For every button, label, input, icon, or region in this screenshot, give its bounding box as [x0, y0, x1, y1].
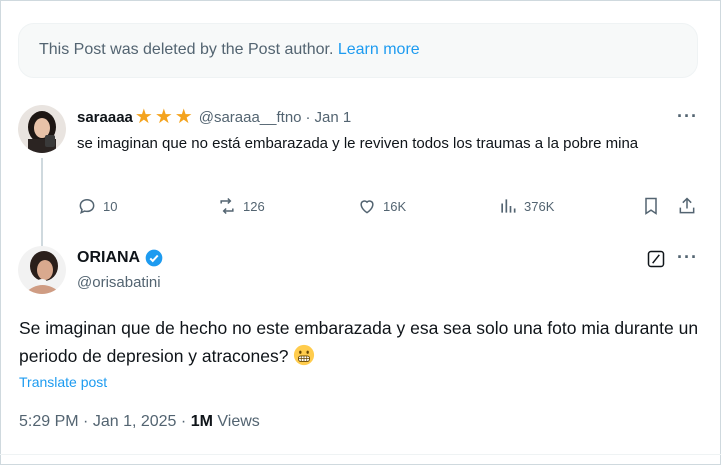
reply-date[interactable]: Jan 1 [315, 109, 352, 126]
star-icon: ★ [134, 106, 153, 128]
reply-author-name[interactable]: saraaaa [77, 109, 133, 126]
translate-post-link[interactable]: Translate post [19, 374, 107, 390]
separator-dot: · [180, 413, 187, 430]
post-author-label: ORIANA [77, 249, 141, 266]
post-text-body: Se imaginan que de hecho no este embaraz… [19, 318, 699, 366]
analytics-icon [501, 199, 516, 213]
views-label: Views [217, 413, 260, 430]
learn-more-link[interactable]: Learn more [338, 41, 420, 58]
repost-button[interactable]: 126 [217, 196, 265, 216]
avatar[interactable] [18, 246, 66, 294]
post-meta: 5:29 PM · Jan 1, 2025 · 1M Views [19, 413, 260, 431]
heart-icon [360, 200, 374, 214]
like-count: 16K [383, 198, 407, 214]
bookmark-button[interactable] [641, 196, 661, 216]
views-button[interactable]: 376K [498, 196, 554, 216]
post-time[interactable]: 5:29 PM [19, 413, 79, 430]
reply-header: saraaaa ★ ★ ★ @saraaa__ftno · Jan 1 [77, 106, 352, 128]
views-count: 376K [524, 198, 555, 214]
separator-dot: · [305, 108, 311, 126]
deleted-notice-text: This Post was deleted by the Post author… [39, 41, 334, 58]
star-emojis: ★ ★ ★ [134, 106, 193, 128]
post-handle[interactable]: @orisabatini [77, 274, 161, 291]
reply-handle[interactable]: @saraaa__ftno [199, 109, 302, 126]
grimacing-face-icon [294, 344, 315, 366]
reply-count: 10 [103, 198, 118, 214]
reply-button[interactable]: 10 [77, 196, 117, 216]
more-dots-icon[interactable]: ··· [677, 247, 698, 268]
views-total: 1M [190, 413, 213, 430]
share-icon [679, 197, 695, 214]
separator-dot: · [83, 413, 89, 430]
avatar[interactable] [18, 105, 66, 153]
divider [0, 454, 721, 455]
star-icon: ★ [154, 106, 173, 128]
verified-badge-icon [145, 249, 163, 267]
reply-action-bar: 10 126 16K 376K [0, 196, 721, 220]
post-author-name[interactable]: ORIANA [77, 248, 164, 268]
star-icon: ★ [174, 106, 193, 128]
repost-icon [220, 197, 234, 215]
more-dots-icon[interactable]: ··· [677, 106, 698, 127]
bookmark-icon [645, 197, 657, 215]
share-button[interactable] [677, 196, 697, 216]
repost-count: 126 [243, 198, 265, 214]
comment-icon [79, 198, 95, 215]
reply-text: se imaginan que no está embarazada y le … [77, 135, 639, 152]
deleted-post-notice: This Post was deleted by the Post author… [18, 23, 698, 78]
like-button[interactable]: 16K [357, 196, 406, 216]
post-date[interactable]: Jan 1, 2025 [93, 413, 177, 430]
post-text: Se imaginan que de hecho no este embaraz… [19, 314, 709, 370]
grok-edit-icon[interactable] [646, 249, 666, 274]
